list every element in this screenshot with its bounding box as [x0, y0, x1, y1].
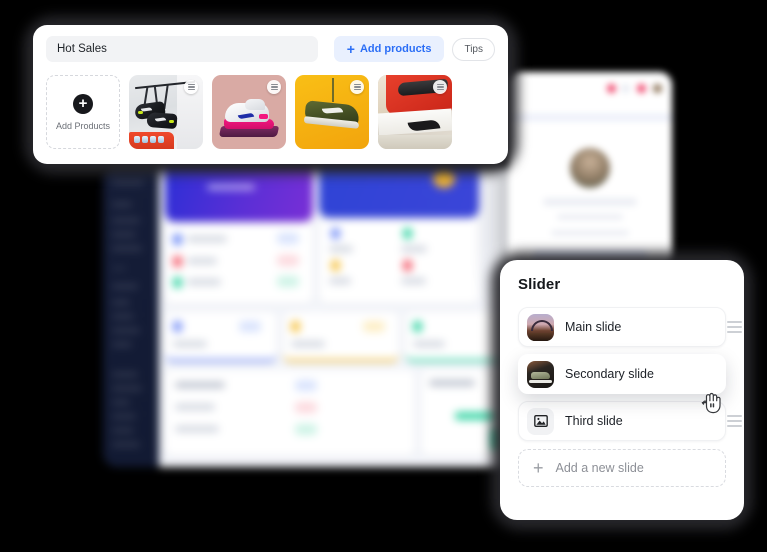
add-new-slide-button[interactable]: + Add a new slide: [518, 449, 726, 487]
tips-button[interactable]: Tips: [452, 37, 495, 61]
collection-title-value: Hot Sales: [57, 43, 107, 55]
dashboard-sidebar: [103, 166, 159, 467]
product-art-midsole: [378, 135, 452, 149]
products-panel: Hot Sales + Add products Tips + Add Prod…: [33, 25, 508, 164]
dashboard-content: [159, 166, 523, 467]
add-new-slide-label: Add a new slide: [555, 461, 644, 475]
plus-icon: +: [346, 41, 355, 57]
add-products-card[interactable]: + Add Products: [46, 75, 120, 149]
slide-row-secondary[interactable]: Secondary slide: [518, 354, 726, 394]
product-menu-icon[interactable]: [184, 80, 198, 94]
slider-panel-title: Slider: [518, 276, 561, 293]
drag-handle-icon[interactable]: [727, 321, 742, 333]
image-placeholder-icon: [533, 415, 548, 427]
slide-thumbnail-placeholder: [527, 407, 554, 435]
slide-label: Main slide: [565, 320, 622, 334]
collection-title-input[interactable]: Hot Sales: [46, 36, 318, 62]
product-cards-row: + Add Products: [46, 75, 452, 149]
add-products-card-label: Add Products: [55, 120, 111, 131]
product-menu-icon[interactable]: [433, 80, 447, 94]
slide-row-third[interactable]: Third slide: [518, 401, 742, 441]
add-products-label: Add products: [359, 43, 432, 55]
slide-thumbnail-paraglider: [527, 313, 554, 341]
screenshot-stage: Hot Sales + Add products Tips + Add Prod…: [0, 0, 767, 552]
products-panel-actions: + Add products Tips: [333, 36, 495, 62]
slide-label: Secondary slide: [565, 367, 654, 381]
slider-panel: Slider Main slide Secondary slide Third …: [500, 260, 744, 520]
background-mobile-preview: [508, 72, 672, 268]
product-art-collar: [245, 99, 265, 110]
product-card-olive-running-shoe[interactable]: [295, 75, 369, 149]
product-menu-icon[interactable]: [350, 80, 364, 94]
slide-list: Main slide Secondary slide Third slide: [518, 307, 742, 441]
product-card-red-black-jordan[interactable]: [378, 75, 452, 149]
slide-thumbnail-sneaker: [527, 360, 554, 388]
product-card-pink-white-airmax[interactable]: [212, 75, 286, 149]
plus-icon: +: [533, 458, 544, 478]
tips-label: Tips: [464, 43, 483, 55]
add-products-button[interactable]: + Add products: [333, 36, 445, 62]
product-menu-icon[interactable]: [267, 80, 281, 94]
plus-circle-icon: +: [73, 93, 93, 114]
product-art-lace: [332, 78, 334, 102]
background-dashboard-window: [103, 166, 523, 467]
product-art-box: [129, 132, 174, 149]
drag-handle-icon[interactable]: [727, 415, 742, 427]
product-card-black-sneakers-hanging[interactable]: [129, 75, 203, 149]
slide-label: Third slide: [565, 414, 623, 428]
product-art-tab: [259, 114, 268, 119]
slide-row-main[interactable]: Main slide: [518, 307, 742, 347]
